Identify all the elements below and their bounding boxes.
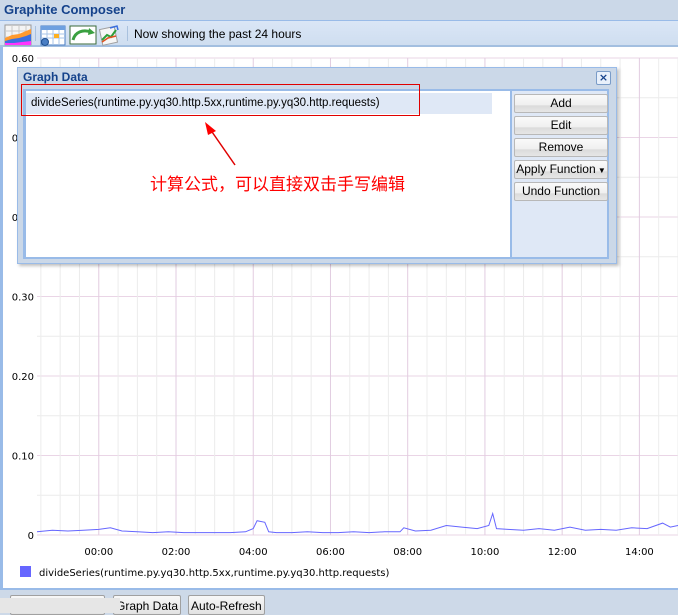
recent-data-icon[interactable] (69, 24, 97, 45)
edit-button[interactable]: Edit (514, 116, 608, 135)
dialog-title: Graph Data (23, 70, 88, 84)
dropdown-arrow-icon: ▼ (595, 166, 606, 175)
undo-function-button[interactable]: Undo Function (514, 182, 608, 201)
y-tick-label: 0.20 (12, 372, 34, 383)
app-titlebar: Graphite Composer (0, 0, 678, 20)
x-tick-label: 06:00 (316, 547, 345, 558)
overlay-patch (0, 598, 120, 613)
legend-swatch (20, 566, 31, 577)
graph-data-button[interactable]: Graph Data (113, 595, 182, 615)
toolbar-separator (35, 26, 36, 41)
toolbar: Now showing the past 24 hours (0, 20, 678, 47)
dialog-button-panel: Add Edit Remove Apply Function ▼ Undo Fu… (512, 91, 608, 257)
apply-function-button[interactable]: Apply Function ▼ (514, 160, 608, 179)
x-tick-label: 14:00 (625, 547, 654, 558)
x-tick-label: 12:00 (548, 547, 577, 558)
toolbar-separator (127, 26, 128, 41)
annotation-highlight-box (21, 84, 420, 116)
x-tick-label: 02:00 (162, 547, 191, 558)
close-icon[interactable]: × (596, 71, 611, 85)
graph-options-icon[interactable] (4, 24, 32, 46)
add-button[interactable]: Add (514, 94, 608, 113)
short-url-icon[interactable] (98, 24, 124, 46)
legend-label: divideSeries(runtime.py.yq30.http.5xx,ru… (39, 568, 389, 579)
apply-function-label: Apply Function (516, 162, 596, 176)
x-tick-label: 04:00 (239, 547, 268, 558)
calendar-icon[interactable] (40, 24, 66, 46)
y-tick-label: 0.60 (12, 54, 34, 65)
x-tick-label: 08:00 (393, 547, 422, 558)
y-tick-label: 0 (28, 531, 34, 542)
x-tick-label: 00:00 (84, 547, 113, 558)
time-range-status: Now showing the past 24 hours (134, 27, 302, 41)
remove-button[interactable]: Remove (514, 138, 608, 157)
auto-refresh-button[interactable]: Auto-Refresh (188, 595, 265, 615)
x-axis-ticks: 00:00 02:00 04:00 06:00 08:00 10:00 12:00 14:00 (84, 547, 653, 558)
y-tick-label: 0.10 (12, 452, 34, 463)
app-title: Graphite Composer (4, 2, 126, 17)
annotation-text: 计算公式，可以直接双击手写编辑 (150, 175, 405, 195)
y-tick-label: 0.30 (12, 293, 34, 304)
x-tick-label: 10:00 (471, 547, 500, 558)
